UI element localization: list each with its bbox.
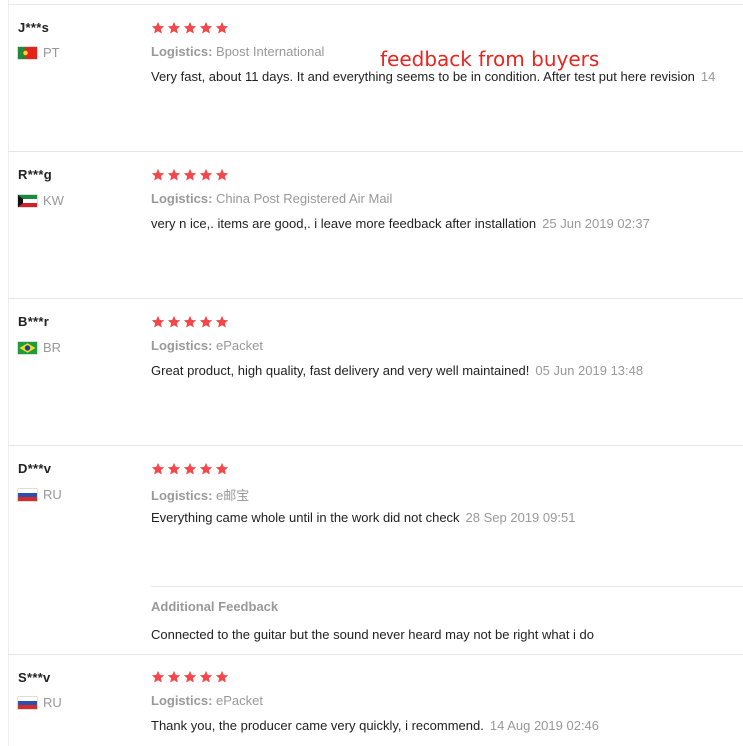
star-rating [151, 670, 229, 684]
buyer-country: RU [18, 695, 62, 710]
star-icon [183, 315, 197, 328]
russia-flag-icon [18, 696, 37, 709]
review-text: Very fast, about 11 days. It and everyth… [151, 69, 695, 84]
star-icon [167, 315, 181, 328]
buyer-name: S***v [18, 670, 51, 685]
star-icon [215, 670, 229, 683]
star-icon [199, 670, 213, 683]
logistics-method: e邮宝 [216, 488, 250, 503]
buyer-name: D***v [18, 461, 52, 476]
logistics-label: Logistics: [151, 488, 213, 503]
star-icon [199, 462, 213, 475]
review-text-row: Everything came whole until in the work … [151, 510, 575, 525]
logistics-method: ePacket [216, 693, 264, 708]
logistics-label: Logistics: [151, 338, 213, 353]
review-date: 25 Jun 2019 02:37 [542, 216, 650, 231]
additional-feedback-title: Additional Feedback [151, 599, 279, 614]
star-icon [167, 168, 181, 181]
review-text-row: Thank you, the producer came very quickl… [151, 718, 599, 733]
star-icon [167, 462, 181, 475]
logistics-info: Logistics: e邮宝 [151, 485, 249, 504]
logistics-method: Bpost International [216, 44, 325, 59]
review-date: 14 [700, 69, 716, 84]
review-text-row: Great product, high quality, fast delive… [151, 363, 643, 378]
star-icon [215, 21, 229, 34]
brazil-flag-icon [18, 341, 37, 354]
country-code: BR [43, 340, 62, 355]
star-icon [199, 315, 213, 328]
star-icon [151, 315, 165, 328]
kuwait-flag-icon [18, 194, 37, 207]
star-icon [183, 168, 197, 181]
star-rating [151, 21, 229, 35]
star-icon [151, 670, 165, 683]
country-code: PT [43, 45, 60, 60]
star-icon [215, 315, 229, 328]
review-text: Everything came whole until in the work … [151, 510, 460, 525]
review-text: Thank you, the producer came very quickl… [151, 718, 484, 733]
review-divider [8, 298, 743, 299]
russia-flag-icon [18, 488, 37, 501]
star-rating [151, 315, 229, 329]
review-date: 14 Aug 2019 02:46 [489, 718, 600, 733]
portugal-flag-icon [18, 46, 37, 59]
star-rating [151, 168, 229, 182]
logistics-info: Logistics: China Post Registered Air Mai… [151, 191, 392, 206]
buyer-country: BR [18, 340, 61, 355]
star-icon [183, 670, 197, 683]
annotation-text: feedback from buyers [380, 47, 600, 71]
country-code: KW [43, 193, 64, 208]
review-text: Great product, high quality, fast delive… [151, 363, 530, 378]
star-icon [215, 462, 229, 475]
star-icon [167, 21, 181, 34]
logistics-label: Logistics: [151, 44, 213, 59]
star-icon [151, 168, 165, 181]
top-divider [8, 4, 743, 5]
star-icon [183, 21, 197, 34]
star-icon [183, 462, 197, 475]
logistics-method: ePacket [216, 338, 264, 353]
country-code: RU [43, 695, 62, 710]
star-icon [199, 21, 213, 34]
logistics-label: Logistics: [151, 693, 213, 708]
review-text: very n ice,. items are good,. i leave mo… [151, 216, 537, 231]
buyer-name: B***r [18, 314, 50, 329]
review-divider [8, 654, 743, 655]
logistics-label: Logistics: [151, 191, 213, 206]
review-date: 05 Jun 2019 13:48 [535, 363, 644, 378]
review-text-row: Very fast, about 11 days. It and everyth… [151, 69, 715, 84]
logistics-info: Logistics: ePacket [151, 693, 263, 708]
buyer-name: R***g [18, 167, 53, 182]
additional-feedback-divider [151, 586, 743, 587]
review-divider [8, 151, 743, 152]
star-icon [151, 462, 165, 475]
buyer-name: J***s [18, 20, 50, 35]
review-text-row: very n ice,. items are good,. i leave mo… [151, 216, 650, 231]
star-rating [151, 462, 229, 476]
review-divider [8, 445, 743, 446]
buyer-country: RU [18, 487, 62, 502]
country-code: RU [43, 487, 62, 502]
buyer-country: KW [18, 193, 64, 208]
additional-feedback-text: Connected to the guitar but the sound ne… [151, 627, 595, 642]
logistics-method: China Post Registered Air Mail [216, 191, 393, 206]
star-icon [151, 21, 165, 34]
star-icon [167, 670, 181, 683]
star-icon [215, 168, 229, 181]
star-icon [199, 168, 213, 181]
logistics-info: Logistics: ePacket [151, 338, 263, 353]
buyer-country: PT [18, 45, 60, 60]
logistics-info: Logistics: Bpost International [151, 44, 324, 59]
review-date: 28 Sep 2019 09:51 [465, 510, 576, 525]
